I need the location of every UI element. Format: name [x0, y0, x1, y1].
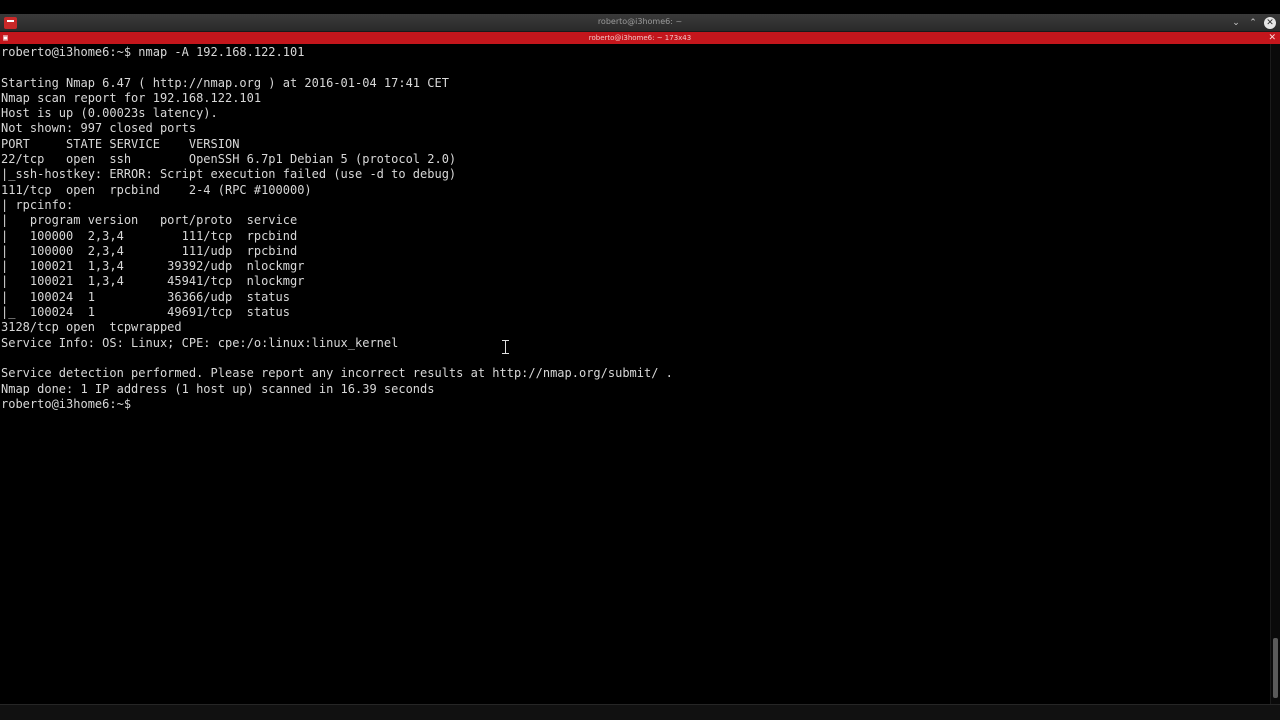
terminal-line: | 100021 1,3,4 39392/udp nlockmgr: [1, 259, 305, 274]
terminal-scrollbar[interactable]: [1270, 44, 1280, 704]
terminal-line: 111/tcp open rpcbind 2-4 (RPC #100000): [1, 182, 312, 197]
terminal-tab-title[interactable]: roberto@i3home6: ~ 173x43: [0, 33, 1280, 43]
mouse-ibeam-cursor-icon: [502, 340, 509, 354]
terminal-line: 22/tcp open ssh OpenSSH 6.7p1 Debian 5 (…: [1, 152, 457, 167]
terminal-line: PORT STATE SERVICE VERSION: [1, 136, 240, 151]
terminal-line: |_ssh-hostkey: ERROR: Script execution f…: [1, 167, 457, 182]
close-button[interactable]: ✕: [1264, 17, 1276, 29]
terminal-line: | 100000 2,3,4 111/udp rpcbind: [1, 243, 298, 258]
terminal-line: roberto@i3home6:~$ nmap -A 192.168.122.1…: [1, 45, 305, 59]
terminal-line: Not shown: 997 closed ports: [1, 121, 197, 136]
terminal-line: Host is up (0.00023s latency).: [1, 106, 218, 121]
bottom-letterbox: [0, 704, 1280, 720]
tab-close-icon[interactable]: ✕: [1268, 32, 1276, 44]
scrollbar-thumb[interactable]: [1273, 638, 1278, 698]
window-title: roberto@i3home6: ~: [597, 17, 683, 26]
terminal-line: | 100024 1 36366/udp status: [1, 289, 290, 304]
top-letterbox: [0, 0, 1280, 14]
window-titlebar[interactable]: roberto@i3home6: ~ ⌄ ⌃ ✕: [0, 14, 1280, 32]
terminal-output-area[interactable]: roberto@i3home6:~$ nmap -A 192.168.122.1…: [0, 44, 1270, 704]
maximize-button[interactable]: ⌃: [1247, 17, 1259, 29]
terminal-line: Nmap done: 1 IP address (1 host up) scan…: [1, 381, 435, 396]
terminal-line: 3128/tcp open tcpwrapped: [1, 320, 182, 335]
terminal-line: Nmap scan report for 192.168.122.101: [1, 90, 262, 105]
terminal-line: | 100021 1,3,4 45941/tcp nlockmgr: [1, 274, 305, 289]
terminal-line: roberto@i3home6:~$: [1, 396, 139, 411]
window-controls: ⌄ ⌃ ✕: [1230, 16, 1276, 30]
minimize-button[interactable]: ⌄: [1230, 17, 1242, 29]
terminal-line: | program version port/proto service: [1, 213, 298, 228]
terminal-tab-bar: ▣ roberto@i3home6: ~ 173x43 ✕: [0, 32, 1280, 44]
terminal-text: roberto@i3home6:~$ nmap -A 192.168.122.1…: [1, 45, 673, 412]
terminal-line: Starting Nmap 6.47 ( http://nmap.org ) a…: [1, 75, 449, 90]
screen: roberto@i3home6: ~ ⌄ ⌃ ✕ ▣ roberto@i3hom…: [0, 0, 1280, 720]
terminal-line: Service Info: OS: Linux; CPE: cpe:/o:lin…: [1, 335, 399, 350]
terminal-line: | 100000 2,3,4 111/tcp rpcbind: [1, 228, 298, 243]
terminal-line: | rpcinfo:: [1, 197, 74, 212]
terminal-line: Service detection performed. Please repo…: [1, 366, 673, 381]
terminal-line: |_ 100024 1 49691/tcp status: [1, 305, 290, 320]
